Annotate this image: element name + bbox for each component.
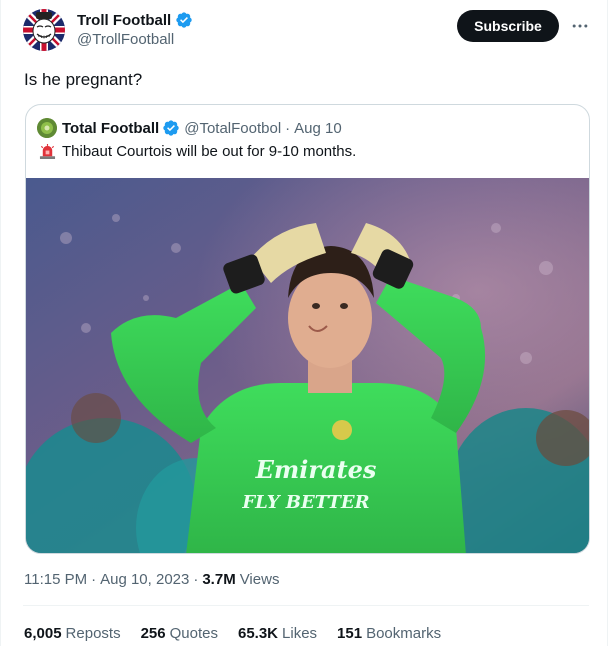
union-jack-troll-face-icon xyxy=(23,9,65,51)
quoted-author-name[interactable]: Total Football xyxy=(62,120,159,137)
stat-likes[interactable]: 65.3K Likes xyxy=(238,625,317,642)
jersey-sponsor-text: Emirates xyxy=(255,455,377,484)
quoted-tweet[interactable]: Total Football @TotalFootbol · Aug 10 Th… xyxy=(25,104,590,554)
tweet-text: Is he pregnant? xyxy=(24,70,143,89)
views-count: 3.7M xyxy=(202,571,236,588)
bookmarks-count: 151 xyxy=(337,625,363,642)
stat-bookmarks[interactable]: 151 Bookmarks xyxy=(337,625,441,642)
likes-count: 65.3K xyxy=(237,625,279,642)
quoted-separator: · xyxy=(285,119,291,137)
meta-separator-2: · xyxy=(193,571,199,588)
reposts-label: Reposts xyxy=(65,625,121,642)
quoted-avatar[interactable] xyxy=(37,118,57,138)
reposts-count: 6,005 xyxy=(24,625,62,642)
quotes-label: Quotes xyxy=(169,625,218,642)
author-avatar[interactable] xyxy=(23,9,65,51)
tweet-time[interactable]: 11:15 PM xyxy=(24,571,87,588)
tweet-date[interactable]: Aug 10, 2023 xyxy=(100,571,189,588)
jersey-sponsor-tagline: FLY BETTER xyxy=(241,492,369,513)
quoted-author-handle[interactable]: @TotalFootbol xyxy=(184,120,281,137)
stat-reposts[interactable]: 6,005 Reposts xyxy=(24,625,121,642)
quoted-date[interactable]: Aug 10 xyxy=(294,120,342,137)
tweet-card: Troll Football @TrollFootball Subscribe … xyxy=(0,0,608,646)
subscribe-button[interactable]: Subscribe xyxy=(457,10,559,42)
likes-label: Likes xyxy=(282,625,318,642)
quoted-text: Thibaut Courtois will be out for 9-10 mo… xyxy=(62,143,357,160)
meta-separator-1: · xyxy=(91,571,97,588)
stat-quotes[interactable]: 256 Quotes xyxy=(141,625,218,642)
engagement-stats: 6,005 Reposts 256 Quotes 65.3K Likes 151 Boo… xyxy=(24,625,441,642)
quoted-header: Total Football @TotalFootbol · Aug 10 xyxy=(37,118,342,138)
quoted-text-row: Thibaut Courtois will be out for 9-10 mo… xyxy=(39,143,356,160)
author-handle[interactable]: @TrollFootball xyxy=(77,31,174,48)
author-name-row[interactable]: Troll Football xyxy=(77,11,193,29)
views-label: Views xyxy=(239,571,280,588)
football-pitch-icon xyxy=(37,118,57,138)
more-dots-glyph xyxy=(572,24,588,28)
author-name[interactable]: Troll Football xyxy=(77,12,171,29)
tweet-meta: 11:15 PM · Aug 10, 2023 · 3.7M Views xyxy=(24,571,279,588)
bookmarks-label: Bookmarks xyxy=(366,625,442,642)
verified-badge-icon xyxy=(176,12,192,28)
quoted-verified-badge-icon xyxy=(163,120,179,136)
divider xyxy=(23,605,589,606)
more-dots-icon[interactable] xyxy=(567,14,593,38)
siren-icon xyxy=(39,143,56,160)
quoted-photo[interactable]: Emirates FLY BETTER xyxy=(26,178,590,554)
quotes-count: 256 xyxy=(140,625,166,642)
